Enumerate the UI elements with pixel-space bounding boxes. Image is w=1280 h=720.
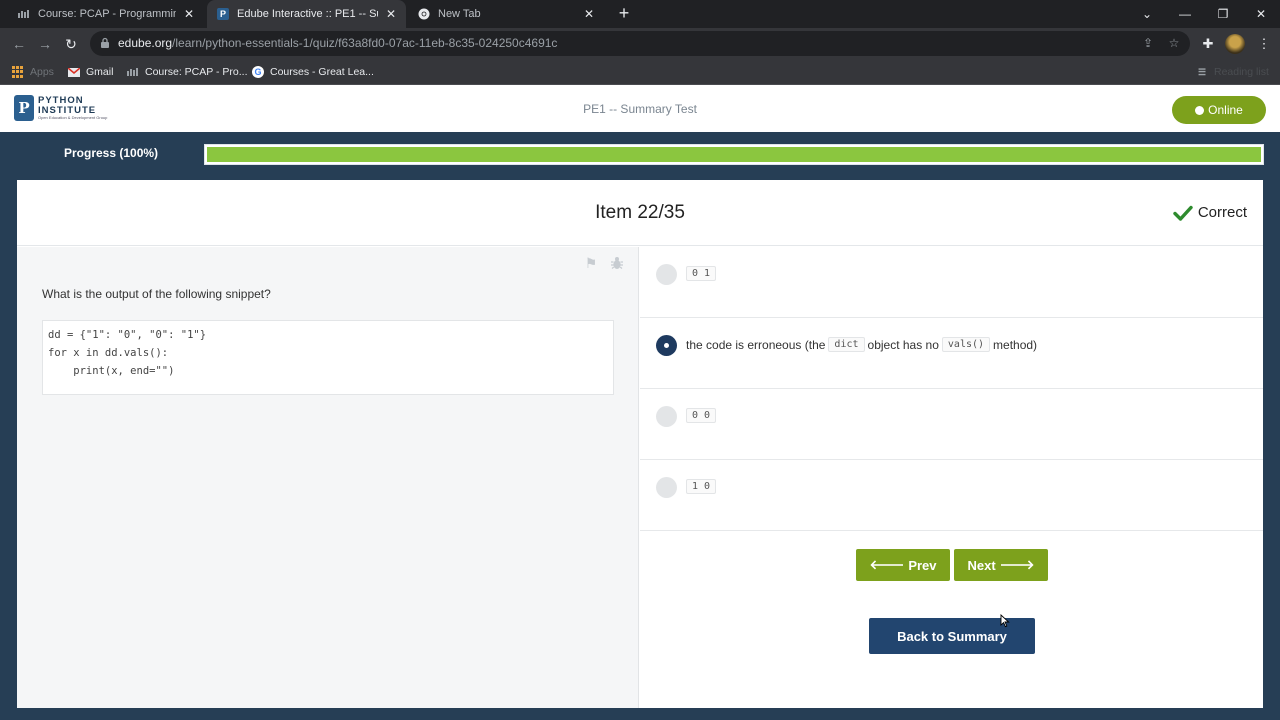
arrow-right-icon: 🡒 [999,557,1035,572]
answer-option[interactable]: 0 0 [640,389,1263,460]
answer-option[interactable]: the code is erroneous (the dict object has… [640,318,1263,389]
close-icon[interactable]: ✕ [386,7,396,21]
window-close-icon[interactable]: ✕ [1242,0,1280,28]
bookmark-great-learning[interactable]: G Courses - Great Lea... [252,64,374,80]
question-panel: Item 22/35 Correct ⚑ What is the output … [17,180,1263,708]
code-token: vals() [941,337,991,352]
progress-bar-fill [207,147,1261,162]
gmail-icon [68,66,80,78]
browser-tab-pcap-course[interactable]: Course: PCAP - Programming Ess ✕ [8,0,204,28]
answer-label: the code is erroneous (the dict object has… [686,337,1037,352]
item-counter: Item 22/35 [595,202,685,223]
answer-label: 1 0 [686,479,719,494]
progress-label: Progress (100%) [64,146,159,160]
profile-avatar[interactable] [1225,34,1245,54]
answer-text: method) [993,337,1038,352]
result-status: Correct [1173,204,1247,221]
google-icon: G [252,66,264,78]
bookmark-star-icon[interactable]: ☆ [1166,35,1182,51]
code-snippet: dd = {"1": "0", "0": "1"} for x in dd.va… [42,320,614,395]
tab-title: Edube Interactive :: PE1 -- Summ [237,8,378,20]
chrome-favicon-icon [418,8,430,20]
lock-icon [101,37,109,48]
minimize-icon[interactable]: — [1166,0,1204,28]
share-icon[interactable]: ⇪ [1140,35,1156,51]
edube-icon [127,66,139,78]
bookmark-gmail[interactable]: Gmail [68,64,113,80]
answer-text: the code is erroneous (the [686,337,826,352]
bookmark-apps[interactable]: Apps [12,64,54,80]
question-header: Item 22/35 Correct [17,180,1263,246]
browser-tab-new-tab[interactable]: New Tab ✕ [408,0,604,28]
forward-arrow-icon[interactable]: → [34,33,56,55]
new-tab-plus-icon[interactable]: + [614,3,634,23]
edube-favicon-icon [18,8,30,20]
checkmark-icon [1173,205,1193,221]
answer-label: 0 0 [686,408,719,423]
answer-option[interactable]: 0 1 [640,247,1263,318]
code-token: 0 1 [686,266,717,281]
answer-option[interactable]: 1 0 [640,460,1263,531]
bookmarks-bar: Apps Gmail Course: PCAP - Pro... G Cours… [0,59,1280,85]
question-column: ⚑ What is the output of the following sn… [17,247,639,708]
python-institute-favicon-icon: P [217,8,229,20]
tab-title: New Tab [438,8,481,20]
code-token: dict [828,337,865,352]
site-header: P PYTHON INSTITUTE Open Education & Deve… [0,85,1280,132]
tab-title: Course: PCAP - Programming Ess [38,8,176,20]
prev-button[interactable]: 🡐 Prev [856,549,950,581]
bug-report-icon[interactable] [608,255,626,271]
tab-search-chevron-icon[interactable]: ⌄ [1128,0,1166,28]
restore-icon[interactable]: ❐ [1204,0,1242,28]
code-token: 1 0 [686,479,717,494]
next-button[interactable]: Next 🡒 [954,549,1048,581]
status-dot-icon [1195,105,1205,115]
close-icon[interactable]: ✕ [584,7,594,21]
question-text: What is the output of the following snip… [42,287,271,301]
apps-grid-icon [12,66,24,78]
answer-label: 0 1 [686,266,719,281]
browser-toolbar: ← → ↻ edube.org/learn/python-essentials-… [0,28,1280,59]
progress-bar [204,144,1264,165]
radio-unselected[interactable] [656,264,677,285]
test-title: PE1 -- Summary Test [583,102,697,116]
back-arrow-icon[interactable]: ← [8,33,30,55]
bookmark-pcap-course[interactable]: Course: PCAP - Pro... [127,64,248,80]
flag-icon[interactable]: ⚑ [582,255,600,271]
close-icon[interactable]: ✕ [184,7,194,21]
extensions-puzzle-icon[interactable]: ✚ [1197,33,1219,55]
menu-kebab-icon[interactable]: ⋮ [1253,33,1275,55]
quiz-page: P PYTHON INSTITUTE Open Education & Deve… [0,85,1280,720]
answers-column: 0 1 the code is erroneous (the dict object … [640,247,1263,708]
mouse-cursor-icon [1000,614,1010,628]
radio-selected[interactable] [656,335,677,356]
radio-unselected[interactable] [656,477,677,498]
browser-tabstrip: Course: PCAP - Programming Ess ✕ P Edube… [0,0,1280,28]
browser-tab-edube-summary[interactable]: P Edube Interactive :: PE1 -- Summ ✕ [207,0,406,28]
address-bar[interactable]: edube.org/learn/python-essentials-1/quiz… [90,31,1190,56]
answer-text: object has no [867,337,939,352]
reload-icon[interactable]: ↻ [60,33,82,55]
back-to-summary-button[interactable]: Back to Summary [869,618,1035,654]
reading-list[interactable]: ☰ Reading list [1196,64,1269,80]
url-text: edube.org/learn/python-essentials-1/quiz… [118,36,558,50]
arrow-left-icon: 🡐 [869,557,905,572]
reading-list-icon: ☰ [1197,66,1207,77]
radio-unselected[interactable] [656,406,677,427]
online-status-button[interactable]: Online [1172,96,1266,124]
code-token: 0 0 [686,408,717,423]
